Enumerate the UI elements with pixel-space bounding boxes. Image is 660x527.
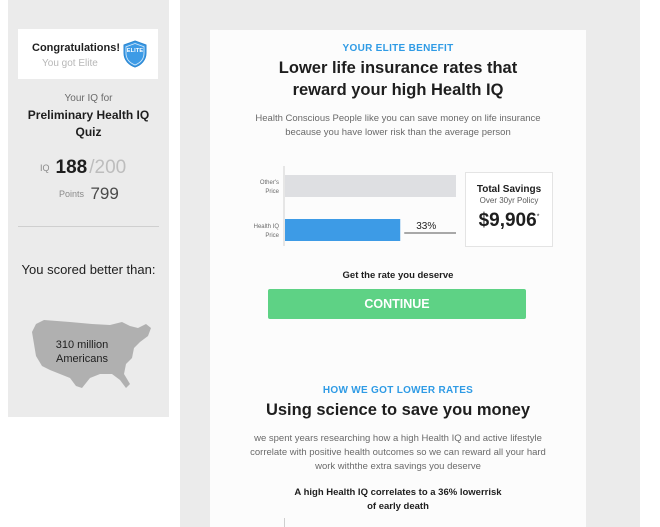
sidebar: Congratulations! You got Elite ELITE You… [8,0,169,417]
elite-card: Congratulations! You got Elite ELITE [18,29,158,79]
main-panel: YOUR ELITE BENEFIT Lower life insurance … [180,0,640,527]
benefit-card: YOUR ELITE BENEFIT Lower life insurance … [210,30,586,527]
savings-subtitle: Over 30yr Policy [479,196,539,205]
correlation-line1: A high Health IQ correlates to a 36% low… [294,487,502,498]
category-label: Price [265,233,279,239]
benefit-headline-line2: reward your high Health IQ [292,81,504,99]
iq-value: 188 [55,157,88,178]
category-label: Price [265,189,279,195]
benefit-headline-line1: Lower life insurance rates that [278,59,518,77]
science-headline: Using science to save you money [265,401,531,419]
savings-amount-value: $9,906 [478,210,537,231]
elite-subtitle: You got Elite [42,58,98,69]
points-label: Points [59,189,85,199]
points-row: Points 799 [59,184,119,204]
elite-shield-icon: ELITE [122,40,148,68]
iq-for-label: Your IQ for [64,93,113,104]
category-label: Health IQ [254,224,280,230]
benefit-headline: Lower life insurance rates that reward y… [210,57,586,101]
total-savings-box: Total Savings Over 30yr Policy $9,906* [465,172,553,247]
correlation-heading: A high Health IQ correlates to a 36% low… [280,486,516,514]
mortality-chart-axis [284,518,285,527]
sidebar-divider [18,226,159,227]
americans-number: 310 million [55,339,109,351]
data-label: 33% [416,221,436,232]
iq-label: IQ [40,163,50,173]
benefit-description: Health Conscious People like you can sav… [255,113,541,138]
iq-max: /200 [89,157,127,178]
quiz-title: Preliminary Health IQ Quiz [27,108,150,139]
americans-label: Americans [56,353,108,365]
savings-title: Total Savings [476,184,542,195]
americans-count: 310 million Americans [40,338,124,366]
bar-health-iq-price [285,219,401,241]
scored-better-text: You scored better than: [21,262,156,277]
get-rate-text: Get the rate you deserve [342,270,454,281]
lower-rates-eyebrow: HOW WE GOT LOWER RATES [322,385,474,396]
science-description: we spent years researching how a high He… [250,433,546,472]
savings-asterisk: * [536,213,540,221]
category-label: Other's [260,180,279,186]
continue-button[interactable]: CONTINUE [268,289,526,319]
elite-benefit-eyebrow: YOUR ELITE BENEFIT [342,43,454,54]
bar-others-price [285,175,456,197]
price-comparison-chart: Other's Price Health IQ Price 33% [254,166,456,246]
savings-amount: $9,906* [466,210,552,232]
congrats-text: Congratulations! [32,42,120,54]
iq-score-row: IQ 188/200 [40,157,126,181]
correlation-line2: of early death [367,501,429,512]
elite-badge-label: ELITE [126,48,144,54]
points-value: 799 [90,184,119,203]
